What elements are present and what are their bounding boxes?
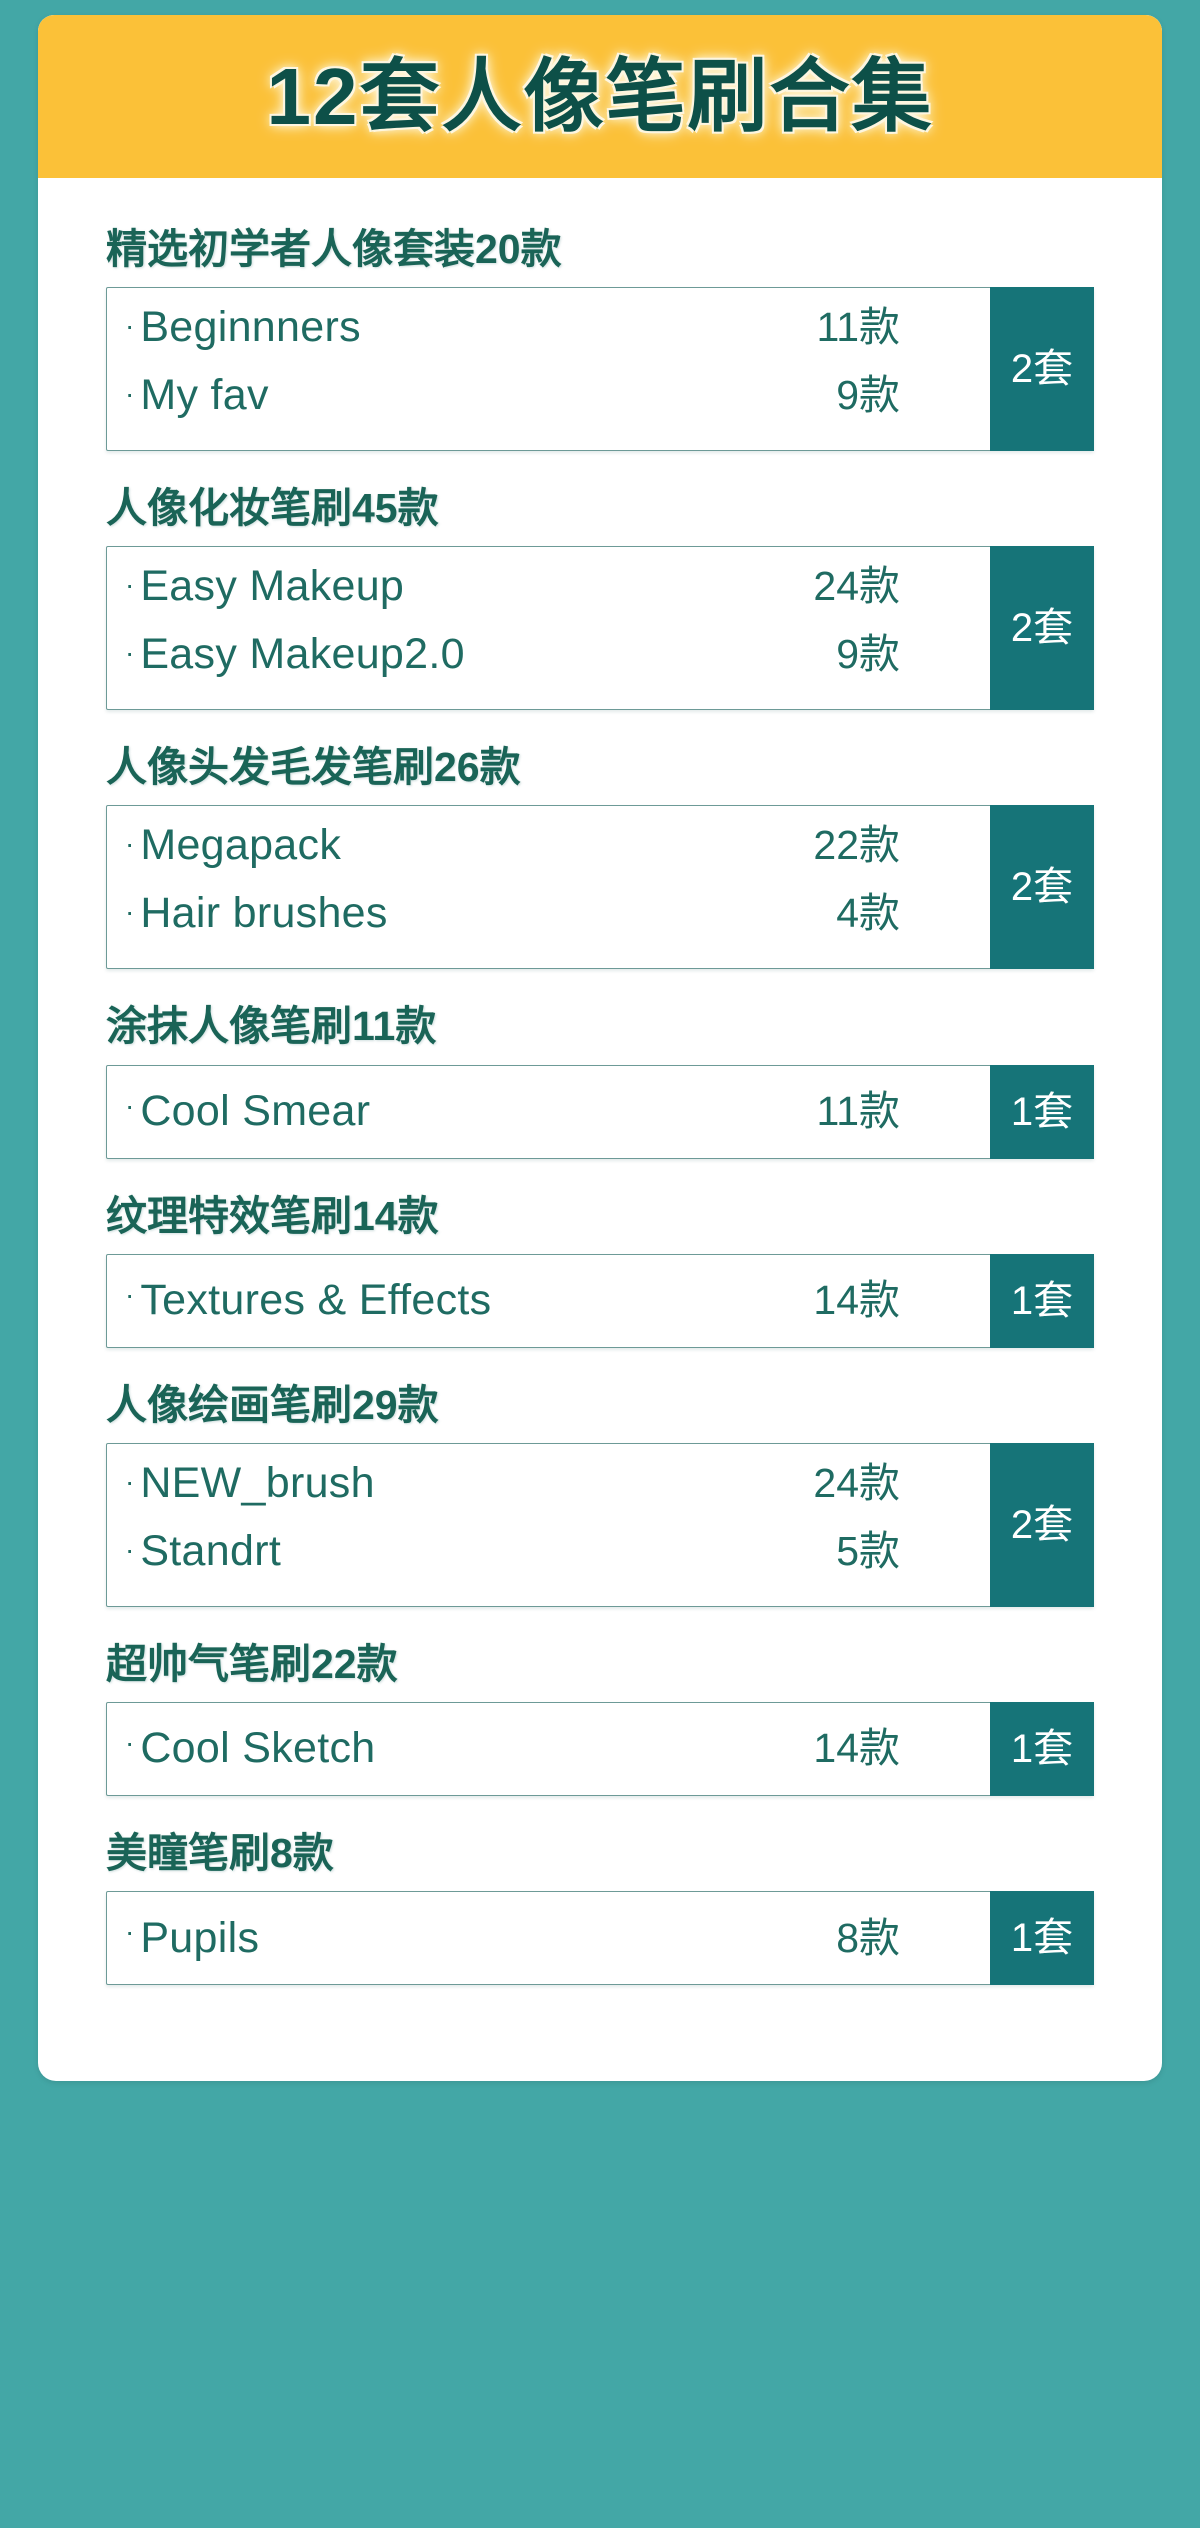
brush-set-name: Textures & Effects [140,1276,492,1325]
brush-row[interactable]: · Megapack 22款 [107,824,990,882]
section-title: 人像绘画笔刷29款 [106,1381,439,1428]
brush-row[interactable]: · Easy Makeup 24款 [107,565,990,623]
pack-count-badge: 1套 [990,1701,1094,1796]
pack-count-badge: 2套 [990,805,1094,970]
row-group: · NEW_brush 24款 · Standrt 5款 [107,1444,990,1606]
section-box: · Easy Makeup 24款 · Easy Makeup2.0 9款 2套 [106,546,1094,711]
brush-set-name: Easy Makeup2.0 [140,630,465,679]
brush-row[interactable]: · Textures & Effects 14款 [107,1269,990,1333]
brush-set-name: Pupils [140,1913,260,1962]
bullet-icon: · [125,1916,135,1948]
brush-set-name: Easy Makeup [140,562,405,611]
row-group: · Easy Makeup 24款 · Easy Makeup2.0 9款 [107,547,990,709]
bullet-icon: · [125,1533,135,1565]
section: 涂抹人像笔刷11款 · Cool Smear 11款 1套 [106,1003,1094,1159]
section: 人像化妆笔刷45款 · Easy Makeup 24款 · Easy Makeup2.0 9… [106,485,1094,711]
section-box: · Textures & Effects 14款 1套 [106,1253,1094,1348]
brush-count: 8款 [836,1914,900,1961]
brush-count: 5款 [836,1527,900,1574]
poster-root: 12套人像笔刷合集 精选初学者人像套装20款 · Beginnners 11款 · My … [0,0,1200,2528]
content-card: 12套人像笔刷合集 精选初学者人像套装20款 · Beginnners 11款 · My … [38,15,1162,2082]
bullet-icon: · [125,1089,135,1121]
bullet-icon: · [125,310,135,342]
section-title: 精选初学者人像套装20款 [106,226,562,272]
bullet-icon: · [125,1278,135,1310]
brush-count: 11款 [816,1088,900,1135]
section: 美瞳笔刷8款 · Pupils 8款 1套 [106,1829,1094,1986]
brush-count: 24款 [813,1459,900,1506]
section: 精选初学者人像套装20款 · Beginnners 11款 · My fav 9款 2套 [106,226,1094,452]
brush-set-name: My fav [140,371,269,420]
pack-count-badge: 1套 [990,1064,1094,1159]
brush-row[interactable]: · My fav 9款 [107,374,990,432]
section: 人像头发毛发笔刷26款 · Megapack 22款 · Hair brushes 4款 2套 [106,744,1094,970]
bullet-icon: · [125,896,135,928]
pack-count-badge: 1套 [990,1891,1094,1986]
brush-row[interactable]: · Hair brushes 4款 [107,892,990,950]
brush-row[interactable]: · Beginnners 11款 [107,306,990,364]
bullet-icon: · [125,378,135,410]
sections-list: 精选初学者人像套装20款 · Beginnners 11款 · My fav 9款 2套 人像化… [38,178,1162,1986]
brush-count: 9款 [836,372,900,419]
brush-set-name: NEW_brush [140,1458,375,1507]
section-title: 人像化妆笔刷45款 [106,485,439,532]
pack-count-badge: 1套 [990,1253,1094,1348]
page-title: 12套人像笔刷合集 [266,51,934,141]
pack-count-badge: 2套 [990,1442,1094,1607]
row-group: · Cool Sketch 14款 [107,1703,990,1795]
brush-count: 9款 [836,631,900,678]
section: 纹理特效笔刷14款 · Textures & Effects 14款 1套 [106,1193,1094,1348]
section-title: 超帅气笔刷22款 [106,1640,398,1687]
brush-row[interactable]: · NEW_brush 24款 [107,1458,990,1520]
section: 超帅气笔刷22款 · Cool Sketch 14款 1套 [106,1641,1094,1796]
brush-count: 4款 [836,890,900,937]
bullet-icon: · [125,637,135,669]
brush-set-name: Megapack [140,821,342,870]
section-title: 人像头发毛发笔刷26款 [106,744,521,791]
brush-count: 11款 [816,304,900,351]
brush-row[interactable]: · Pupils 8款 [107,1906,990,1970]
bullet-icon: · [125,569,135,601]
pack-count-badge: 2套 [990,546,1094,711]
brush-set-name: Standrt [140,1526,282,1575]
bullet-icon: · [125,1465,135,1497]
brush-count: 22款 [813,822,900,869]
section-box: · Beginnners 11款 · My fav 9款 2套 [106,287,1094,452]
row-group: · Beginnners 11款 · My fav 9款 [107,288,990,450]
section: 人像绘画笔刷29款 · NEW_brush 24款 · Standrt 5款 2套 [106,1382,1094,1607]
brush-row[interactable]: · Easy Makeup2.0 9款 [107,633,990,691]
brush-set-name: Cool Smear [140,1087,371,1136]
section-title: 美瞳笔刷8款 [106,1829,334,1876]
row-group: · Cool Smear 11款 [107,1066,990,1158]
section-box: · Megapack 22款 · Hair brushes 4款 2套 [106,805,1094,970]
pack-count-badge: 2套 [990,287,1094,452]
brush-count: 14款 [813,1725,900,1772]
section-box: · NEW_brush 24款 · Standrt 5款 2套 [106,1442,1094,1607]
row-group: · Textures & Effects 14款 [107,1255,990,1347]
section-box: · Cool Sketch 14款 1套 [106,1701,1094,1796]
brush-set-name: Hair brushes [140,889,388,938]
brush-set-name: Beginnners [140,303,361,352]
section-title: 纹理特效笔刷14款 [106,1192,439,1239]
brush-row[interactable]: · Cool Smear 11款 [107,1080,990,1144]
section-title: 涂抹人像笔刷11款 [106,1003,437,1050]
brush-row[interactable]: · Cool Sketch 14款 [107,1717,990,1781]
brush-row[interactable]: · Standrt 5款 [107,1526,990,1588]
brush-count: 24款 [813,563,900,610]
header-banner: 12套人像笔刷合集 [38,15,1162,178]
brush-count: 14款 [813,1277,900,1324]
row-group: · Megapack 22款 · Hair brushes 4款 [107,806,990,968]
brush-set-name: Cool Sketch [140,1724,376,1773]
section-box: · Cool Smear 11款 1套 [106,1064,1094,1159]
bullet-icon: · [125,1726,135,1758]
section-box: · Pupils 8款 1套 [106,1891,1094,1986]
bullet-icon: · [125,828,135,860]
row-group: · Pupils 8款 [107,1892,990,1984]
